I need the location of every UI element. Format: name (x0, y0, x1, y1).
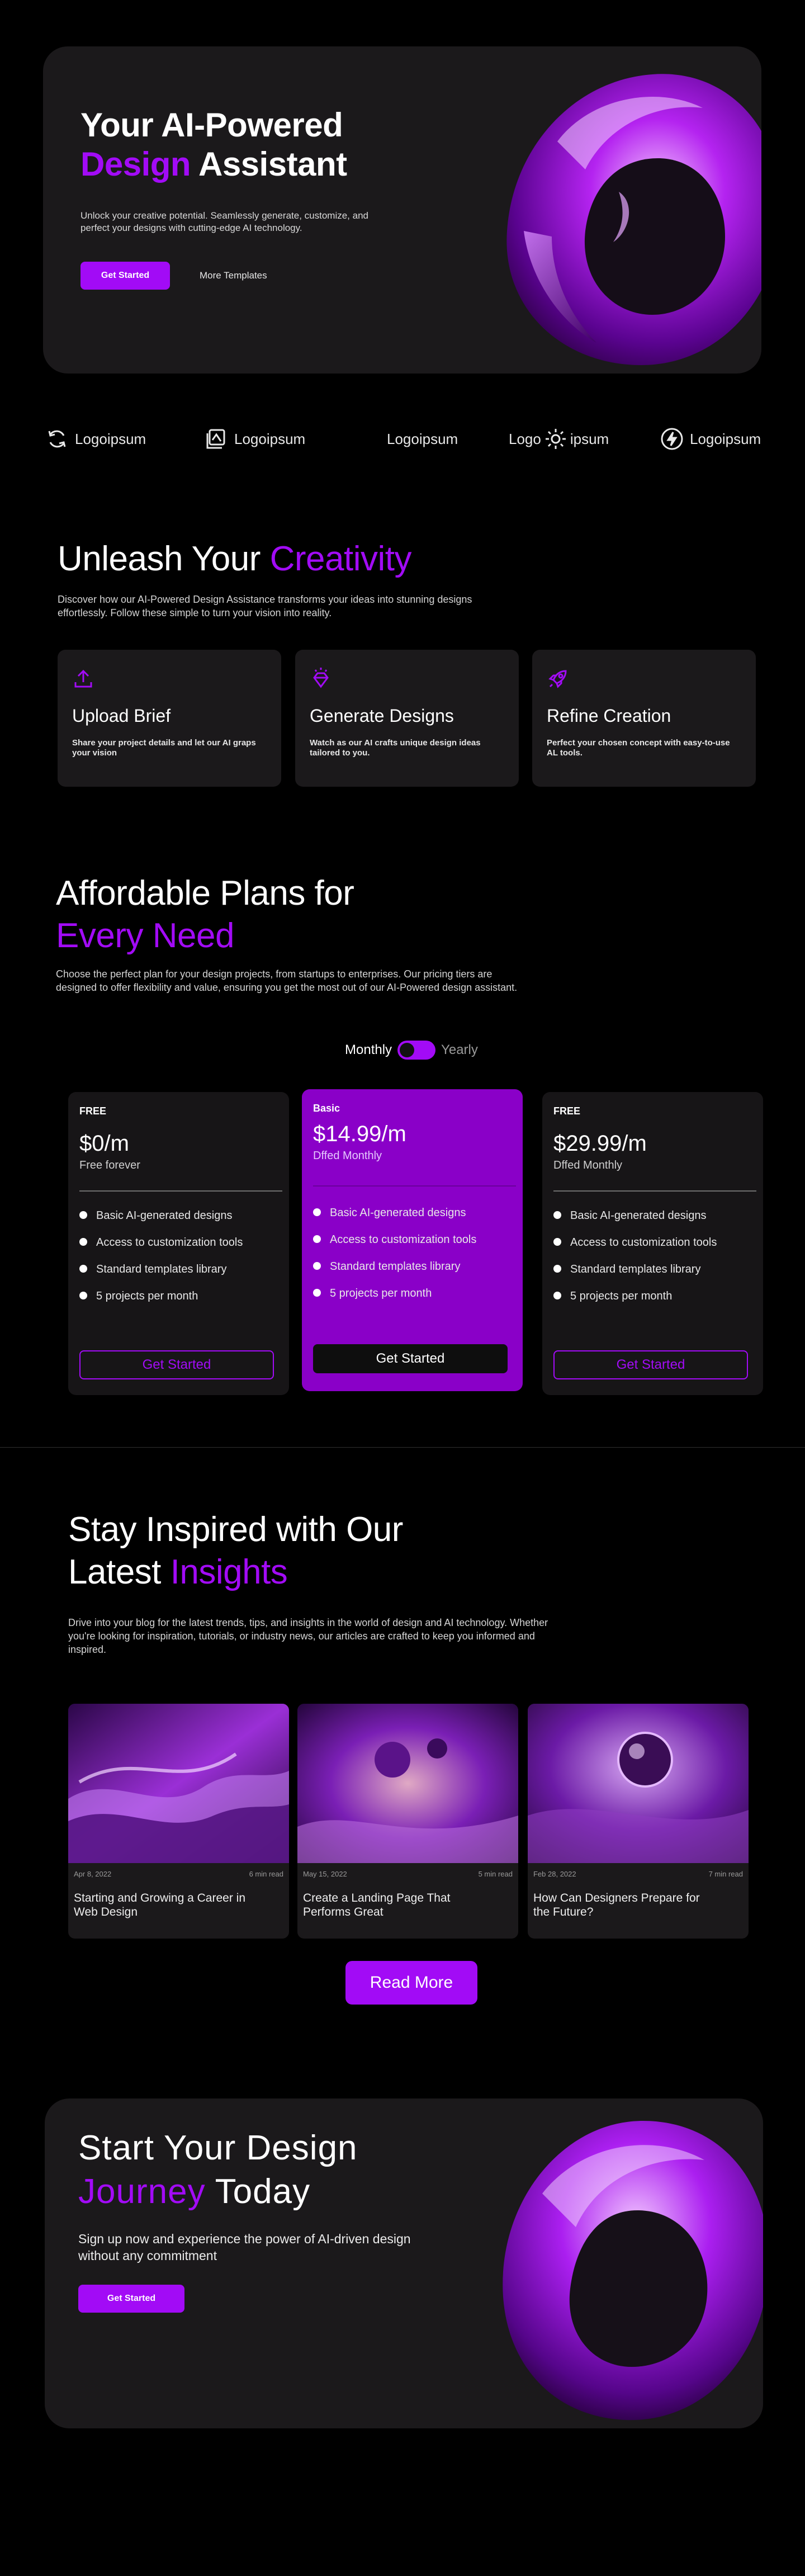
blog-description: Drive into your blog for the latest tren… (68, 1617, 548, 1655)
partner-logo: Logoipsum (660, 422, 761, 456)
billing-toggle-row: Monthly Yearly (345, 1040, 478, 1060)
upload-icon (74, 669, 92, 688)
rocket-icon (548, 670, 567, 688)
toggle-yearly-label: Yearly (441, 1042, 478, 1057)
plan-card-premium: FREE $29.99/m Dffed Monthly Basic AI-gen… (542, 1092, 763, 1395)
divider (553, 1190, 756, 1192)
plan-card-basic: Basic $14.99/m Dffed Monthly Basic AI-ge… (302, 1089, 523, 1391)
section-divider (0, 1447, 805, 1448)
blog-card[interactable]: May 15, 2022 5 min read Create a Landing … (297, 1704, 518, 1939)
gear-icon (545, 429, 566, 449)
list-item: Access to customization tools (79, 1236, 243, 1263)
partner-logo: Logoipsum (387, 430, 458, 447)
list-item: 5 projects per month (553, 1290, 717, 1317)
diamond-sparkle-icon (313, 668, 329, 688)
cta-description: Sign up now and experience the power of … (78, 2232, 411, 2263)
hero-orb-graphic (506, 74, 761, 365)
plan-price: $0/m (79, 1131, 129, 1156)
plan-features: Basic AI-generated designs Access to cus… (79, 1209, 243, 1317)
divider (313, 1185, 516, 1187)
list-item: Standard templates library (79, 1263, 243, 1290)
plan-card-free: FREE $0/m Free forever Basic AI-generate… (68, 1092, 289, 1395)
blog-card[interactable]: Feb 28, 2022 7 min read How Can Designers… (528, 1704, 749, 1939)
plan-get-started-button[interactable]: Get Started (79, 1350, 274, 1379)
creativity-title: Unleash Your Creativity (58, 540, 411, 578)
more-templates-link[interactable]: More Templates (200, 262, 267, 290)
list-item: Standard templates library (553, 1263, 717, 1290)
hero-section: Your AI-Powered Design Assistant Unlock … (43, 46, 761, 374)
blog-image (68, 1704, 289, 1863)
pricing-description: Choose the perfect plan for your design … (56, 968, 518, 993)
list-item: Access to customization tools (313, 1233, 476, 1260)
refresh-swirl-icon (48, 430, 66, 448)
pricing-title: Affordable Plans for Every Need (56, 874, 354, 955)
blog-card[interactable]: Apr 8, 2022 6 min read Starting and Growi… (68, 1704, 289, 1939)
cta-title: Start Your Design Journey Today (78, 2129, 358, 2211)
feature-card-refine: Refine Creation Perfect your chosen conc… (532, 650, 756, 787)
blog-image (528, 1704, 749, 1863)
partner-logo: Logoipsum (45, 422, 146, 456)
creativity-description: Discover how our AI-Powered Design Assis… (58, 594, 472, 618)
toggle-monthly-label: Monthly (345, 1042, 392, 1057)
hero-description: Unlock your creative potential. Seamless… (80, 210, 368, 233)
partner-logo: Logo ipsum (509, 422, 609, 456)
get-started-button[interactable]: Get Started (80, 262, 170, 290)
plan-price: $14.99/m (313, 1122, 406, 1146)
feature-card-upload: Upload Brief Share your project details … (58, 650, 281, 787)
list-item: Basic AI-generated designs (553, 1209, 717, 1236)
divider (79, 1190, 282, 1192)
blog-title: Stay Inspired with Our Latest Insights (68, 1510, 403, 1591)
list-item: Access to customization tools (553, 1236, 717, 1263)
read-more-button[interactable]: Read More (345, 1961, 477, 2005)
stacked-card-icon (206, 429, 225, 449)
cta-orb-graphic (503, 2121, 763, 2421)
plan-features: Basic AI-generated designs Access to cus… (313, 1207, 476, 1314)
cta-get-started-button[interactable]: Get Started (78, 2285, 184, 2313)
logo-row: Logoipsum Logoipsum Logoipsum Logo ipsum… (45, 422, 761, 456)
partner-logo: Logoipsum (204, 422, 305, 456)
billing-toggle[interactable] (397, 1041, 436, 1060)
list-item: Basic AI-generated designs (79, 1209, 243, 1236)
list-item: Basic AI-generated designs (313, 1207, 476, 1233)
list-item: Standard templates library (313, 1260, 476, 1287)
cta-section: Start Your Design Journey Today Sign up … (45, 2098, 763, 2428)
hero-title: Your AI-Powered Design Assistant (80, 106, 347, 183)
plan-price: $29.99/m (553, 1131, 647, 1156)
plan-get-started-button[interactable]: Get Started (553, 1350, 748, 1379)
list-item: 5 projects per month (79, 1290, 243, 1317)
lightning-circle-icon (661, 428, 683, 450)
list-item: 5 projects per month (313, 1287, 476, 1314)
blog-image (297, 1704, 518, 1863)
feature-card-generate: Generate Designs Watch as our AI crafts … (295, 650, 519, 787)
plan-features: Basic AI-generated designs Access to cus… (553, 1209, 717, 1317)
plan-get-started-button[interactable]: Get Started (313, 1344, 508, 1373)
